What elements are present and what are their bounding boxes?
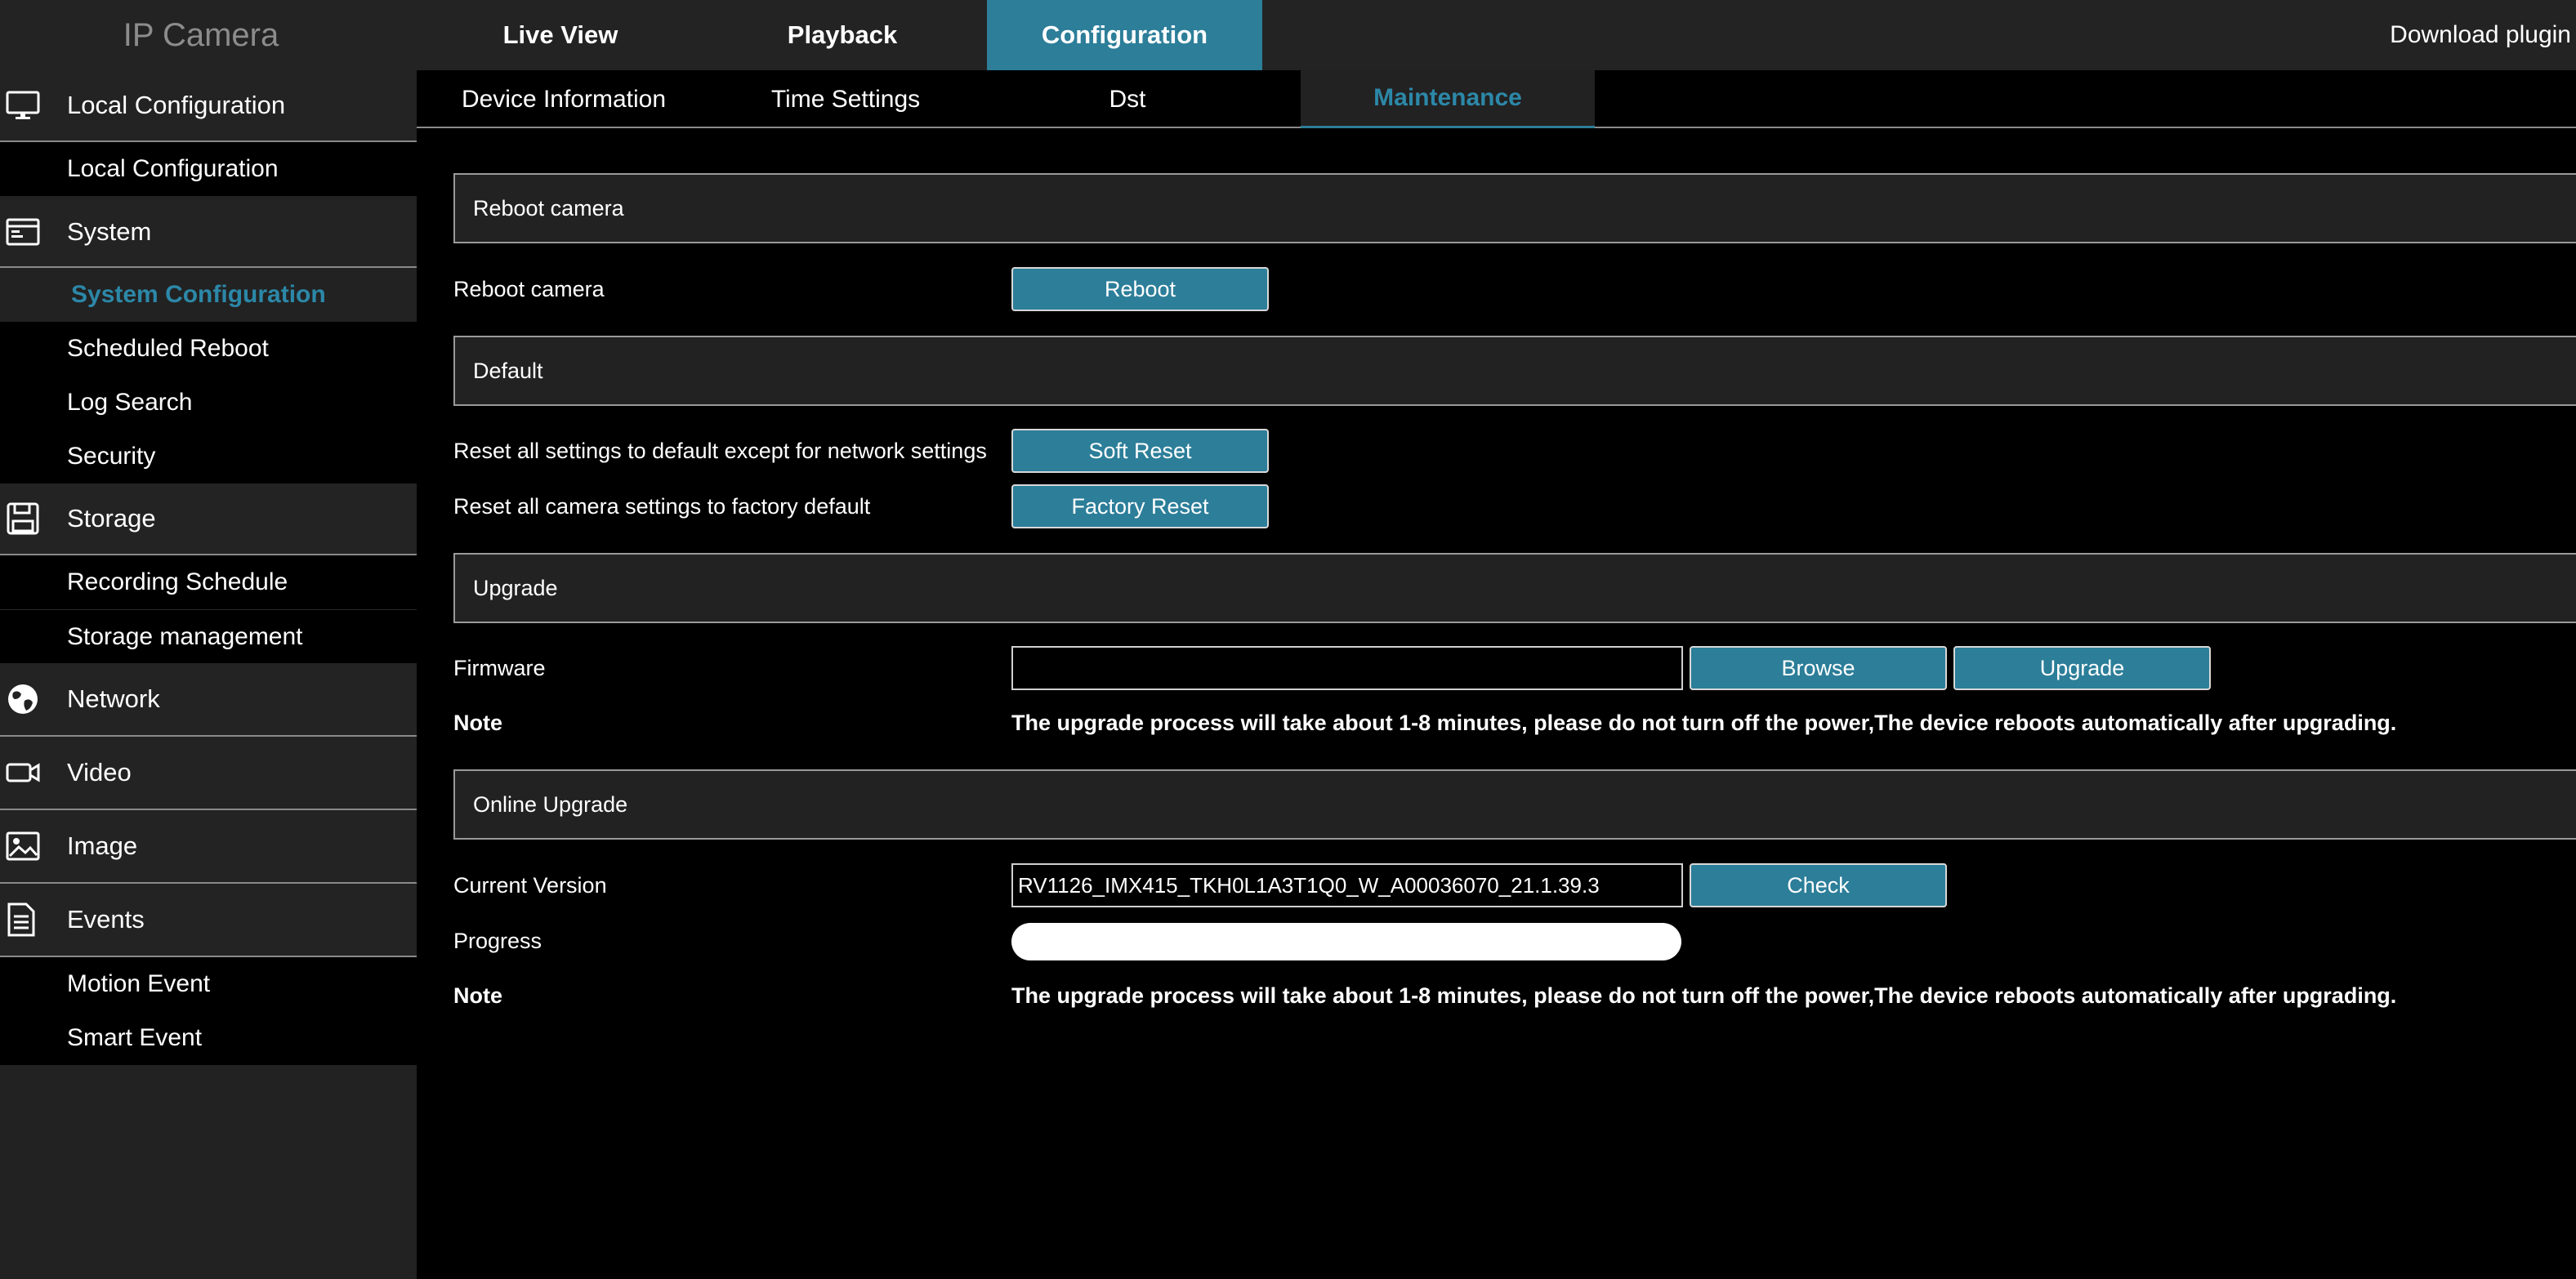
reboot-camera-label: Reboot camera (453, 276, 605, 301)
progress-label: Progress (453, 928, 542, 953)
sidebar-heading-label: Network (67, 684, 160, 713)
sidebar-heading-label: Events (67, 905, 145, 934)
image-icon (0, 810, 67, 882)
sidebar-heading-video[interactable]: Video (0, 737, 417, 810)
section-header-upgrade: Upgrade (453, 553, 2576, 623)
sidebar-item-scheduled-reboot[interactable]: Scheduled Reboot (0, 322, 417, 376)
brand-title: IP Camera (123, 16, 279, 53)
section-header-default: Default (453, 336, 2576, 406)
sidebar-group-events: Events Motion Event Smart Event (0, 884, 417, 1065)
sidebar-item-system-configuration[interactable]: System Configuration (0, 268, 417, 322)
system-window-icon (0, 196, 67, 268)
current-version-label: Current Version (453, 872, 607, 898)
nav-tab-playback[interactable]: Playback (735, 0, 949, 70)
sidebar-heading-local-configuration[interactable]: Local Configuration (0, 70, 417, 142)
sidebar-heading-system[interactable]: System (0, 198, 417, 268)
check-button[interactable]: Check (1690, 863, 1947, 907)
sidebar-heading-events[interactable]: Events (0, 884, 417, 957)
section-header-reboot-camera: Reboot camera (453, 173, 2576, 243)
sidebar-item-motion-event[interactable]: Motion Event (0, 957, 417, 1011)
sidebar-item-log-search[interactable]: Log Search (0, 376, 417, 430)
factory-reset-button[interactable]: Factory Reset (1011, 484, 1269, 528)
video-camera-icon (0, 737, 67, 809)
sidebar-group-network: Network (0, 663, 417, 737)
reboot-button[interactable]: Reboot (1011, 267, 1269, 311)
sidebar-heading-label: Local Configuration (67, 91, 286, 119)
tab-time-settings[interactable]: Time Settings (711, 70, 980, 128)
floppy-disk-icon (0, 483, 67, 555)
sidebar-group-storage: Storage Recording Schedule Storage manag… (0, 484, 417, 663)
tab-maintenance[interactable]: Maintenance (1301, 70, 1595, 128)
soft-reset-label: Reset all settings to default except for… (453, 438, 987, 463)
sidebar-heading-label: Image (67, 831, 138, 860)
sidebar-item-smart-event[interactable]: Smart Event (0, 1011, 417, 1065)
sidebar-heading-label: Video (67, 758, 132, 787)
top-navigation-bar: IP Camera Live View Playback Configurati… (0, 0, 2576, 70)
sidebar-heading-storage[interactable]: Storage (0, 484, 417, 555)
sidebar-item-security[interactable]: Security (0, 430, 417, 484)
sidebar-heading-label: System (67, 217, 152, 246)
firmware-label: Firmware (453, 655, 546, 680)
sidebar: Local Configuration Local Configuration … (0, 70, 417, 1279)
tab-dst[interactable]: Dst (980, 70, 1275, 128)
sidebar-heading-image[interactable]: Image (0, 810, 417, 884)
soft-reset-button[interactable]: Soft Reset (1011, 429, 1269, 473)
section-header-online-upgrade: Online Upgrade (453, 769, 2576, 840)
nav-tab-configuration[interactable]: Configuration (987, 0, 1262, 70)
upgrade-button[interactable]: Upgrade (1953, 646, 2211, 690)
sidebar-group-system: System System Configuration Scheduled Re… (0, 198, 417, 484)
browse-button[interactable]: Browse (1690, 646, 1947, 690)
sidebar-heading-network[interactable]: Network (0, 663, 417, 737)
sidebar-heading-label: Storage (67, 504, 156, 533)
upgrade-progress-bar (1011, 923, 1681, 960)
current-version-field[interactable] (1011, 863, 1683, 907)
sidebar-item-local-configuration[interactable]: Local Configuration (0, 142, 417, 196)
sidebar-group-image: Image (0, 810, 417, 884)
online-upgrade-note-label: Note (453, 983, 502, 1008)
maintenance-subtabs: Device Information Time Settings Dst Mai… (417, 70, 2576, 128)
firmware-file-field[interactable] (1011, 646, 1683, 690)
sidebar-item-recording-schedule[interactable]: Recording Schedule (0, 555, 417, 609)
sidebar-item-storage-management[interactable]: Storage management (0, 609, 417, 663)
globe-icon (0, 663, 67, 735)
tab-device-information[interactable]: Device Information (417, 70, 711, 128)
upgrade-note-label: Note (453, 710, 502, 735)
online-upgrade-note-text: The upgrade process will take about 1-8 … (1011, 983, 2397, 1008)
upgrade-note-text: The upgrade process will take about 1-8 … (1011, 710, 2397, 735)
download-plugin-link[interactable]: Download plugin (2364, 0, 2576, 70)
monitor-icon (0, 69, 67, 141)
sidebar-group-video: Video (0, 737, 417, 810)
document-icon (0, 884, 67, 956)
sidebar-group-local-configuration: Local Configuration Local Configuration (0, 70, 417, 196)
factory-reset-label: Reset all camera settings to factory def… (453, 493, 871, 519)
nav-tab-live-view[interactable]: Live View (453, 0, 667, 70)
